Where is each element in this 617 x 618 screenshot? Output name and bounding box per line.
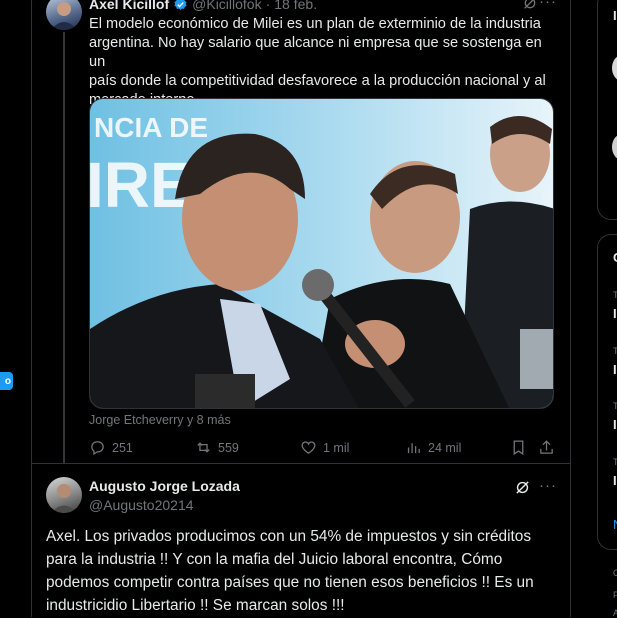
trend-name[interactable]: I	[613, 362, 617, 377]
verified-badge-icon	[173, 0, 188, 12]
timeline-right-border	[570, 0, 571, 617]
reply-text-line: industricidio Libertario !! Se marcan so…	[46, 597, 345, 614]
views-icon	[407, 443, 420, 454]
footer-link[interactable]: P	[613, 590, 617, 600]
trend-meta: T	[613, 457, 617, 467]
divider	[32, 463, 570, 464]
like-button[interactable]: 1 mil	[300, 439, 349, 456]
author-handle[interactable]: @Kicillofok	[192, 0, 261, 12]
tweet-photo[interactable]: NCIA DE IRE	[89, 98, 554, 409]
heart-icon	[301, 441, 316, 454]
banner-text: IRE	[90, 149, 193, 221]
trend-name[interactable]: I	[613, 306, 617, 321]
trend-name[interactable]: I	[613, 473, 617, 488]
reply-button[interactable]: 251	[89, 439, 133, 456]
author-name[interactable]: Augusto Jorge Lozada	[89, 478, 240, 494]
grok-icon[interactable]	[514, 479, 531, 501]
trend-meta: T	[613, 346, 617, 356]
reply-text-line: para la industria !! Y con la mafia del …	[46, 551, 503, 568]
more-options-icon[interactable]: ···	[539, 0, 557, 10]
tagged-users[interactable]: Jorge Etcheverry y 8 más	[89, 413, 231, 427]
footer-link[interactable]: C	[613, 568, 617, 578]
like-count: 1 mil	[323, 440, 350, 455]
press-conference-photo: NCIA DE IRE	[90, 99, 553, 408]
trend-name[interactable]: I	[613, 417, 617, 432]
thread-connector	[63, 32, 65, 464]
tweet-text-line: país donde la competitividad desfavorece…	[89, 73, 546, 89]
timeline-left-border	[31, 0, 32, 617]
show-more-link[interactable]: N	[613, 517, 617, 532]
avatar[interactable]	[46, 0, 82, 30]
grok-icon[interactable]	[522, 0, 538, 16]
right-card	[597, 0, 617, 220]
avatar[interactable]	[46, 477, 82, 513]
repost-button[interactable]: 559	[195, 439, 239, 456]
share-icon[interactable]	[538, 439, 555, 461]
reply-count: 251	[112, 440, 133, 455]
author-handle[interactable]: @Augusto20214	[89, 497, 194, 513]
right-card-letter: C	[613, 250, 617, 265]
tweet-text: El modelo económico de Milei es un plan …	[89, 15, 559, 110]
repost-count: 559	[218, 440, 239, 455]
reply-icon	[91, 441, 104, 456]
tweet-text-line: El modelo económico de Milei es un plan …	[89, 16, 541, 32]
reply-text-line: podemos competir contra países que no ti…	[46, 574, 534, 591]
tweet-text-line: argentina. No hay salario que alcance ni…	[89, 35, 542, 70]
tweet-date[interactable]: 18 feb.	[274, 0, 317, 12]
repost-icon	[197, 442, 210, 453]
views-button[interactable]: 24 mil	[405, 439, 461, 456]
tweet-header: Axel Kicillof @Kicillofok · 18 feb.	[89, 0, 317, 12]
trend-meta: T	[613, 401, 617, 411]
nav-partial-button[interactable]: o	[0, 372, 13, 390]
view-count: 24 mil	[428, 440, 462, 455]
more-options-icon[interactable]: ···	[539, 477, 557, 494]
trends-card	[597, 234, 617, 550]
trend-meta: T	[613, 290, 617, 300]
author-name[interactable]: Axel Kicillof	[89, 0, 169, 12]
reply-text: Axel. Los privados producimos con un 54%…	[46, 525, 556, 617]
avatar-photo	[51, 2, 77, 30]
right-card-letter: I	[613, 8, 617, 23]
dot-separator: ·	[265, 0, 271, 12]
banner-text: NCIA DE	[94, 112, 208, 143]
bookmark-icon[interactable]	[510, 439, 527, 461]
avatar-photo	[51, 484, 77, 513]
reply-text-line: Axel. Los privados producimos con un 54%…	[46, 528, 532, 545]
